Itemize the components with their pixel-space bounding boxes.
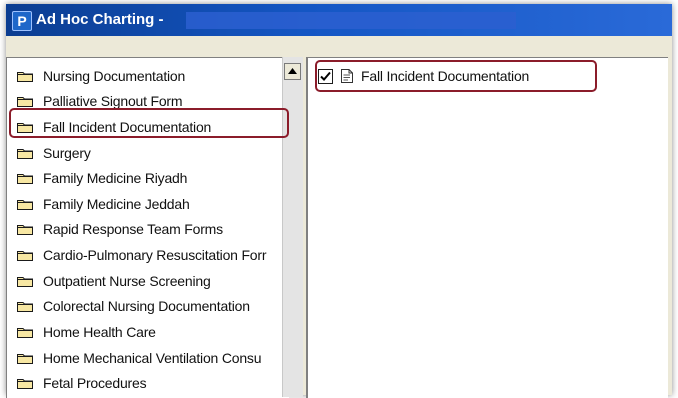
tree-item-label: Colorectal Nursing Documentation bbox=[43, 298, 250, 314]
tree-item-family-medicine-riyadh[interactable]: Family Medicine Riyadh bbox=[17, 167, 187, 189]
tree-item-home-health-care[interactable]: Home Health Care bbox=[17, 321, 156, 343]
tree-item-label: Fetal Procedures bbox=[43, 375, 147, 391]
folder-tree[interactable]: Nursing Documentation Palliative Signout… bbox=[6, 57, 289, 398]
document-icon bbox=[341, 69, 353, 83]
tree-item-label: Home Mechanical Ventilation Consu bbox=[43, 350, 262, 366]
window-title: Ad Hoc Charting - bbox=[36, 11, 164, 28]
tree-item-cardio-pulmonary-resuscitation[interactable]: Cardio-Pulmonary Resuscitation Forr bbox=[17, 244, 267, 266]
tree-item-nursing-documentation[interactable]: Nursing Documentation bbox=[17, 65, 185, 87]
folder-icon bbox=[17, 121, 33, 133]
checkbox[interactable] bbox=[318, 68, 333, 84]
folder-icon bbox=[17, 147, 33, 159]
tree-item-label: Cardio-Pulmonary Resuscitation Forr bbox=[43, 247, 267, 263]
tree-item-label: Family Medicine Riyadh bbox=[43, 170, 188, 186]
tree-item-label: Home Health Care bbox=[43, 324, 156, 340]
folder-icon bbox=[17, 377, 33, 389]
tree-item-outpatient-nurse-screening[interactable]: Outpatient Nurse Screening bbox=[17, 270, 211, 292]
scroll-up-button[interactable] bbox=[284, 63, 301, 80]
tree-item-label: Outpatient Nurse Screening bbox=[43, 273, 211, 289]
folder-icon bbox=[17, 249, 33, 261]
list-item-fall-incident-documentation[interactable]: Fall Incident Documentation bbox=[318, 66, 529, 86]
tree-item-label: Surgery bbox=[43, 145, 91, 161]
tree-item-label: Palliative Signout Form bbox=[43, 93, 183, 109]
folder-icon bbox=[17, 198, 33, 210]
tree-item-colorectal-nursing-documentation[interactable]: Colorectal Nursing Documentation bbox=[17, 295, 250, 317]
tree-scrollbar[interactable] bbox=[282, 57, 303, 397]
folder-icon bbox=[17, 70, 33, 82]
tree-item-fall-incident-documentation[interactable]: Fall Incident Documentation bbox=[17, 116, 211, 138]
folder-icon bbox=[17, 223, 33, 235]
folder-icon bbox=[17, 352, 33, 364]
tree-item-label: Family Medicine Jeddah bbox=[43, 196, 190, 212]
tree-item-label: Rapid Response Team Forms bbox=[43, 221, 223, 237]
tree-item-label: Nursing Documentation bbox=[43, 68, 186, 84]
arrow-up-icon bbox=[288, 68, 297, 74]
folder-icon bbox=[17, 95, 33, 107]
folder-icon bbox=[17, 275, 33, 287]
folder-icon bbox=[17, 172, 33, 184]
folder-icon bbox=[17, 326, 33, 338]
tree-item-family-medicine-jeddah[interactable]: Family Medicine Jeddah bbox=[17, 193, 190, 215]
tree-item-label: Fall Incident Documentation bbox=[43, 119, 212, 135]
tree-item-fetal-procedures[interactable]: Fetal Procedures bbox=[17, 372, 147, 394]
app-icon: P bbox=[12, 11, 32, 31]
title-bar[interactable]: P Ad Hoc Charting - bbox=[6, 4, 672, 36]
tree-item-home-mechanical-ventilation[interactable]: Home Mechanical Ventilation Consu bbox=[17, 347, 262, 369]
list-item-label: Fall Incident Documentation bbox=[361, 68, 530, 84]
folder-icon bbox=[17, 300, 33, 312]
checkmark-icon bbox=[320, 71, 331, 81]
redacted-title-area bbox=[186, 12, 516, 29]
selected-forms-list[interactable]: Fall Incident Documentation bbox=[306, 57, 668, 398]
tree-item-palliative-signout-form[interactable]: Palliative Signout Form bbox=[17, 90, 183, 112]
tree-item-surgery[interactable]: Surgery bbox=[17, 142, 91, 164]
tree-item-rapid-response-team-forms[interactable]: Rapid Response Team Forms bbox=[17, 218, 223, 240]
